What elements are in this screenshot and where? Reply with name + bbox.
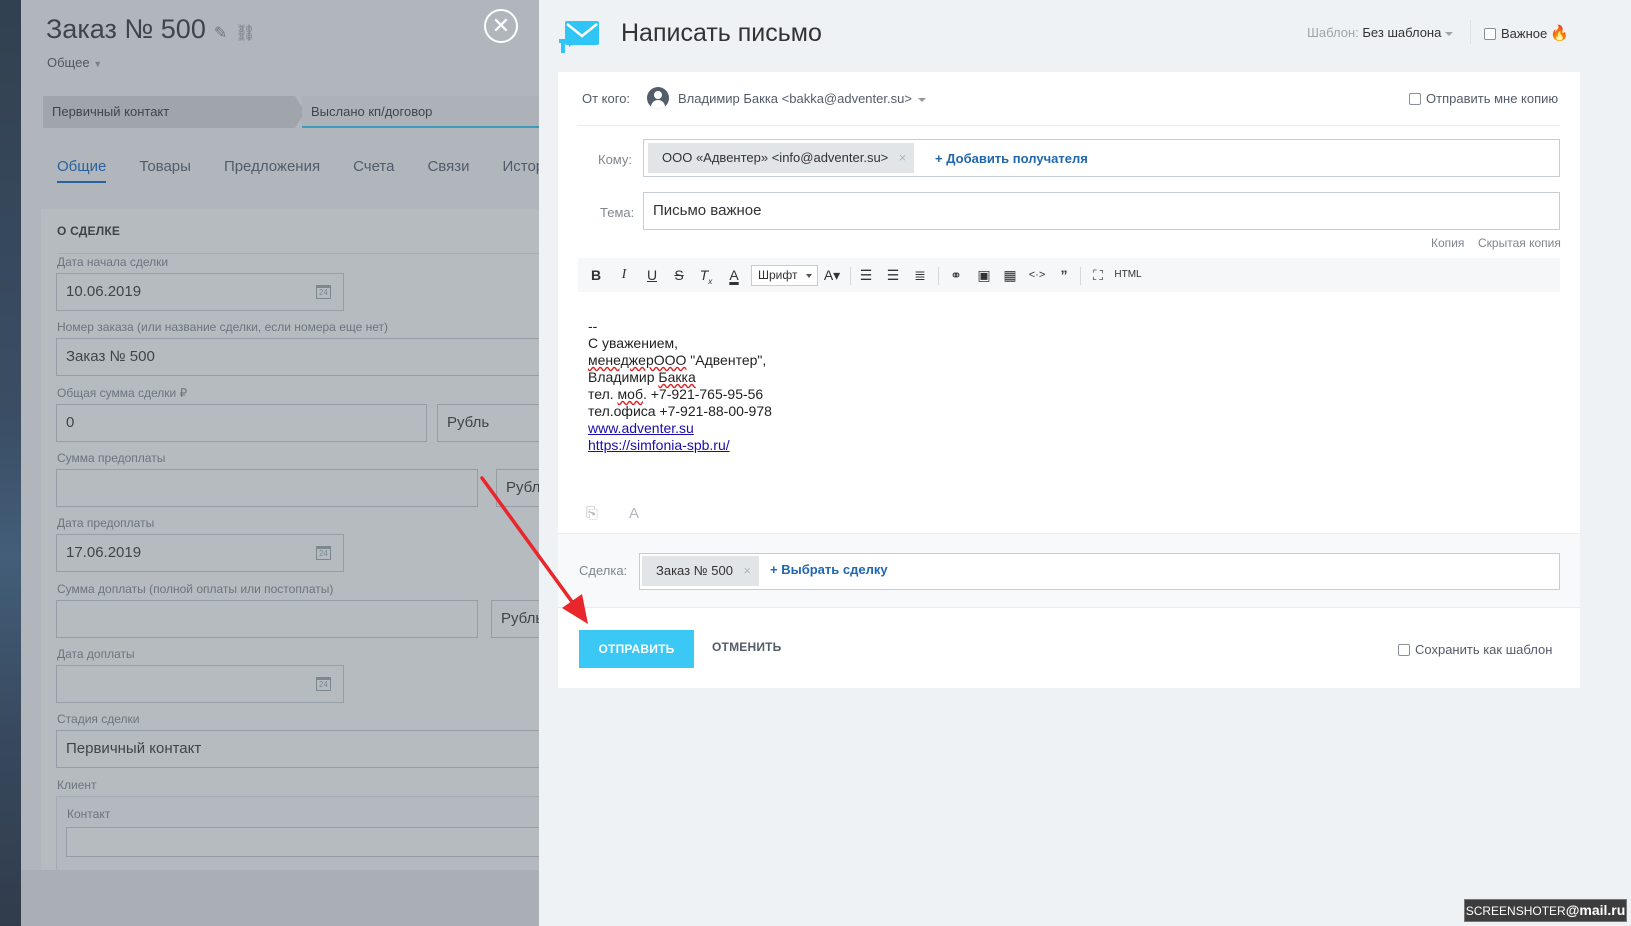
choose-deal-link[interactable]: + Выбрать сделку <box>770 562 888 577</box>
body-line: www.adventer.su <box>588 420 772 437</box>
watermark-text: SCREENSHOTER <box>1465 904 1566 918</box>
divider <box>938 267 939 285</box>
text-color-icon[interactable]: A <box>723 264 745 286</box>
body-line: https://simfonia-spb.ru/ <box>588 437 772 454</box>
divider <box>1470 20 1471 44</box>
bcc-link[interactable]: Скрытая копия <box>1478 236 1561 250</box>
template-label: Шаблон: <box>1307 25 1359 40</box>
body-line: менеджерООО "Адвентер", <box>588 352 772 369</box>
template-selector[interactable]: Шаблон: Без шаблона <box>1307 25 1454 40</box>
body-line: С уважением, <box>588 335 679 351</box>
important-label: Важное <box>1501 26 1548 41</box>
divider <box>558 533 1580 534</box>
clear-format-icon[interactable]: Tx <box>695 264 717 286</box>
quote-icon[interactable]: ” <box>1053 264 1075 286</box>
deal-chip-label: Заказ № 500 <box>656 563 733 578</box>
website-link[interactable]: www.adventer.su <box>588 420 694 436</box>
from-value: Владимир Бакка <bakka@adventer.su> <box>678 91 912 106</box>
annotation-arrow <box>480 476 588 624</box>
cancel-button[interactable]: ОТМЕНИТЬ <box>712 640 782 654</box>
body-text: моб <box>617 386 643 402</box>
body-text: менеджерООО <box>588 352 687 368</box>
from-selector[interactable]: Владимир Бакка <bakka@adventer.su> <box>678 91 926 106</box>
recipient-chip[interactable]: ООО «Адвентер» <info@adventer.su> × <box>648 143 915 173</box>
body-line: тел. моб. +7-921-765-95-56 <box>588 386 772 403</box>
underline-icon[interactable]: U <box>641 264 663 286</box>
body-text: . +7-921-765-95-56 <box>642 386 764 402</box>
body-text: тел. <box>588 386 618 402</box>
cc-link[interactable]: Копия <box>1431 236 1464 250</box>
body-text: Владимир <box>588 369 659 385</box>
font-select[interactable]: Шрифт <box>751 265 818 286</box>
text-format-icon[interactable]: A <box>629 505 639 522</box>
checkbox-icon[interactable] <box>1409 93 1421 105</box>
deal-chip[interactable]: Заказ № 500 × <box>642 556 759 586</box>
from-label: От кого: <box>582 91 631 106</box>
remove-icon[interactable]: × <box>899 143 907 173</box>
save-template-checkbox[interactable]: Сохранить как шаблон <box>1398 642 1552 657</box>
chevron-down-icon <box>806 274 812 278</box>
compose-title: Написать письмо <box>621 19 822 47</box>
envelope-icon <box>559 21 599 53</box>
send-button[interactable]: ОТПРАВИТЬ <box>579 630 694 668</box>
html-toggle[interactable]: HTML <box>1113 264 1143 286</box>
recipient-label: ООО «Адвентер» <info@adventer.su> <box>662 150 889 165</box>
fullscreen-icon[interactable]: ⛶ <box>1087 264 1109 286</box>
template-value: Без шаблона <box>1362 25 1442 40</box>
close-icon[interactable]: ✕ <box>484 9 518 43</box>
watermark-domain: @mail.ru <box>1565 902 1626 918</box>
body-text: "Адвентер", <box>686 352 767 368</box>
body-line: тел.офиса +7-921-88-00-978 <box>588 403 772 419</box>
avatar <box>647 87 669 109</box>
body-text: Бакка <box>658 369 696 385</box>
checkbox-icon[interactable] <box>1484 28 1496 40</box>
bold-icon[interactable]: B <box>585 264 607 286</box>
editor-toolbar: B I U S Tx A Шрифт A▾ ☰ ☰ ≣ ⚭ ▣ ▦ <·> ” … <box>578 258 1560 292</box>
link-icon[interactable]: ⚭ <box>945 264 967 286</box>
important-checkbox[interactable]: Важное 🔥 <box>1484 24 1569 42</box>
image-icon[interactable]: ▣ <box>973 264 995 286</box>
divider <box>578 125 1560 126</box>
send-copy-checkbox[interactable]: Отправить мне копию <box>1409 91 1558 106</box>
body-line: Владимир Бакка <box>588 369 772 386</box>
send-copy-label: Отправить мне копию <box>1426 91 1559 106</box>
subject-label: Тема: <box>600 205 635 220</box>
checkbox-icon[interactable] <box>1398 644 1410 656</box>
modal-overlay <box>0 0 540 926</box>
bullet-list-icon[interactable]: ☰ <box>882 264 904 286</box>
divider <box>850 267 851 285</box>
chevron-down-icon <box>917 97 926 102</box>
divider <box>558 607 1580 608</box>
body-line: -- <box>588 318 598 334</box>
font-select-label: Шрифт <box>758 268 798 282</box>
strikethrough-icon[interactable]: S <box>668 264 690 286</box>
message-body[interactable]: -- С уважением, менеджерООО "Адвентер", … <box>588 318 772 454</box>
add-recipient-link[interactable]: + Добавить получателя <box>935 151 1088 166</box>
save-template-label: Сохранить как шаблон <box>1415 642 1553 657</box>
code-icon[interactable]: <·> <box>1025 264 1049 286</box>
ordered-list-icon[interactable]: ☰ <box>855 264 877 286</box>
divider <box>1080 267 1081 285</box>
flame-icon: 🔥 <box>1550 25 1569 42</box>
table-icon[interactable]: ▦ <box>999 264 1021 286</box>
font-size-icon[interactable]: A▾ <box>818 264 846 286</box>
remove-icon[interactable]: × <box>743 556 751 586</box>
watermark: SCREENSHOTER@mail.ru <box>1464 899 1627 922</box>
italic-icon[interactable]: I <box>613 264 635 286</box>
chevron-down-icon <box>1445 31 1454 36</box>
subject-input[interactable]: Письмо важное <box>643 192 1560 230</box>
align-icon[interactable]: ≣ <box>909 264 931 286</box>
to-label: Кому: <box>598 152 632 167</box>
website-link[interactable]: https://simfonia-spb.ru/ <box>588 437 730 453</box>
